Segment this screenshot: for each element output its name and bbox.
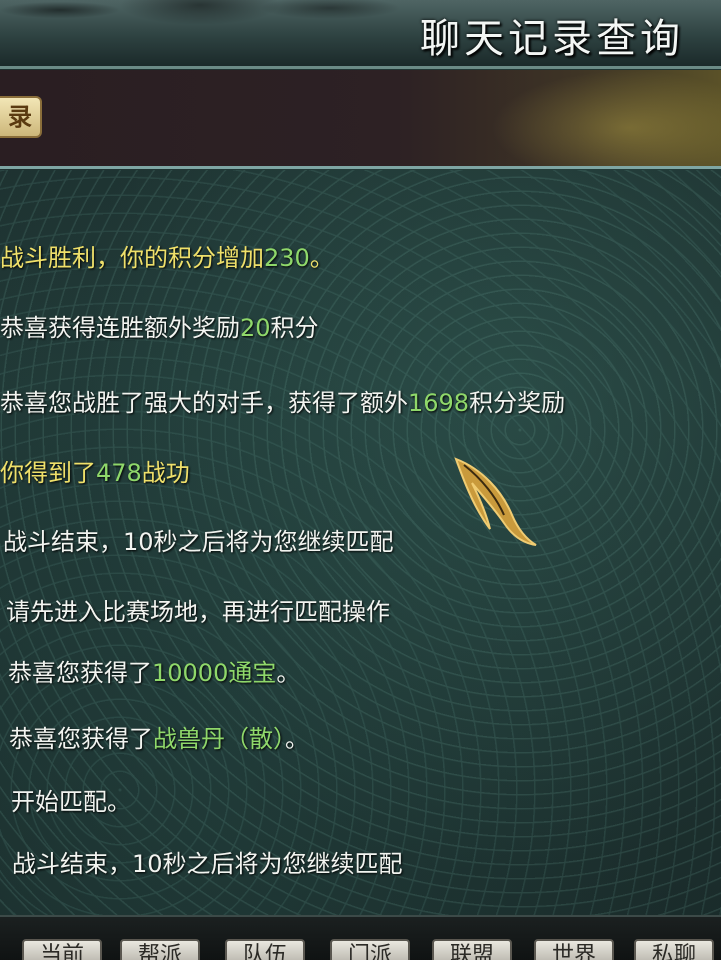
channel-button[interactable]: 门派 [330,939,410,960]
channel-bar: 当前 帮派 队伍 门派 联盟 世界 私聊 [0,915,721,960]
channel-button[interactable]: 队伍 [225,939,305,960]
chat-message-segment: 开始匹配。 [11,788,131,816]
chat-message-segment: 230 [264,244,310,272]
chat-message: 战斗结束，10秒之后将为您继续匹配 [12,844,403,879]
window-title: 聊天记录查询 [420,16,684,62]
chat-history-window: 聊天记录查询 录 战斗胜利，你的积分增加230。 恭喜获得连胜额外奖励20积分 恭喜… [0,0,721,960]
chat-message: 开始匹配。 [11,782,131,817]
chat-message-segment: 478 [96,459,142,487]
title-bar: 聊天记录查询 [0,0,721,69]
chat-message-segment: 。 [285,725,309,753]
chat-message-segment: 战斗结束，10秒之后将为您继续匹配 [3,528,394,556]
tab-strip-glow [491,70,721,166]
chat-message-segment: 战兽丹（散） [153,725,285,753]
cursor-emblem-icon [454,457,537,546]
chat-message-segment: 请先进入比赛场地，再进行匹配操作 [6,598,390,626]
chat-message-segment: 20 [240,314,271,342]
chat-message-segment: 恭喜您战胜了强大的对手，获得了额外 [0,389,408,417]
chat-message-segment: 恭喜您获得了 [8,659,152,687]
chat-message-segment: 你得到了 [0,459,96,487]
channel-button[interactable]: 私聊 [634,939,714,960]
title-ornament [0,0,420,60]
chat-message: 你得到了478战功 [0,453,190,488]
chat-log: 战斗胜利，你的积分增加230。 恭喜获得连胜额外奖励20积分 恭喜您战胜了强大的对手… [0,170,721,915]
chat-message-segment: 。 [276,659,301,687]
chat-message-segment: 积分 [270,314,319,342]
channel-button[interactable]: 当前 [22,939,102,960]
channel-button[interactable]: 联盟 [432,939,512,960]
chat-message: 请先进入比赛场地，再进行匹配操作 [6,592,390,627]
chat-message: 恭喜您获得了10000通宝。 [8,653,300,688]
chat-message-segment: 10000通宝 [152,659,277,687]
chat-message: 战斗胜利，你的积分增加230。 [0,238,334,273]
chat-message-segment: 1698 [408,389,470,417]
chat-message-segment: 。 [309,244,334,272]
chat-message-segment: 恭喜您获得了 [9,725,153,753]
chat-message-segment: 战斗胜利，你的积分增加 [0,244,264,272]
tab-strip: 录 [0,70,721,169]
chat-message-segment: 战功 [141,459,190,487]
chat-message-segment: 战斗结束，10秒之后将为您继续匹配 [12,850,403,878]
tab-record[interactable]: 录 [0,96,42,138]
channel-button[interactable]: 世界 [534,939,614,960]
chat-message-segment: 恭喜获得连胜额外奖励 [0,314,240,342]
chat-message: 战斗结束，10秒之后将为您继续匹配 [3,522,394,557]
chat-message: 恭喜获得连胜额外奖励20积分 [0,308,319,343]
chat-message: 恭喜您获得了战兽丹（散）。 [9,719,309,754]
chat-message: 恭喜您战胜了强大的对手，获得了额外1698积分奖励 [0,383,565,418]
channel-button[interactable]: 帮派 [120,939,200,960]
chat-message-segment: 积分奖励 [469,389,566,417]
